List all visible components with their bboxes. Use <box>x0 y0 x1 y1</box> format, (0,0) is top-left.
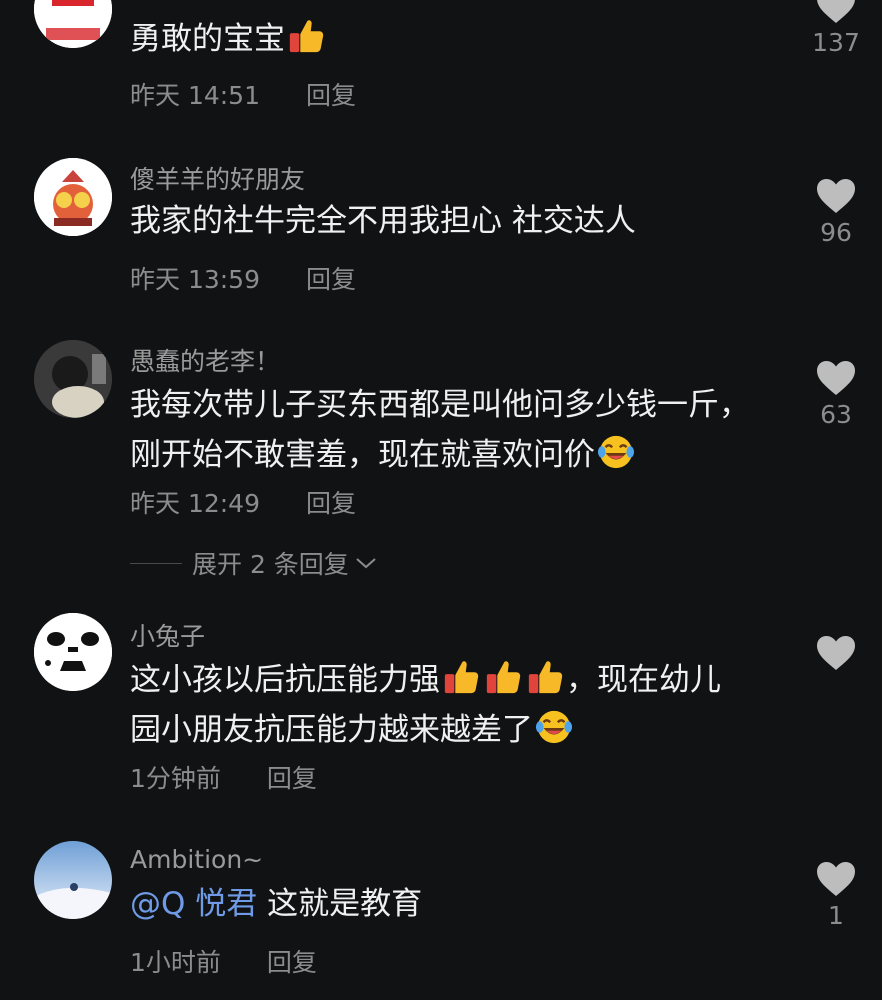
comment-timestamp: 昨天 14:51 <box>130 81 260 110</box>
mention-link[interactable]: @Q 悦君 <box>130 886 257 922</box>
comment-timestamp: 1分钟前 <box>130 764 221 793</box>
comment-item: 傻羊羊的好朋友 我家的社牛完全不用我担心 社交达人 昨天 13:59 回复 96 <box>0 150 882 300</box>
comment-item: 小兔子 这小孩以后抗压能力强 ，现在幼儿 园小朋友抗压能力越来越差了 1分钟前 回… <box>0 605 882 805</box>
comment-text-line: 园小朋友抗压能力越来越差了 <box>130 705 790 755</box>
laughing-crying-emoji <box>597 433 635 471</box>
expand-replies-button[interactable]: 展开 2 条回复 <box>130 545 377 581</box>
comment-item: 愚蠢的老李！ 我每次带儿子买东西都是叫他问多少钱一斤， 刚开始不敢害羞，现在就喜… <box>0 332 882 532</box>
like-button[interactable]: 96 <box>808 178 864 247</box>
reply-button[interactable]: 回复 <box>267 943 317 979</box>
expand-replies-label: 展开 2 条回复 <box>192 550 349 579</box>
comment-text-line: 刚开始不敢害羞，现在就喜欢问价 <box>130 430 790 480</box>
chevron-down-icon <box>356 558 376 569</box>
thumbs-up-emoji <box>442 658 480 696</box>
heart-icon[interactable] <box>816 861 856 897</box>
comment-text: 这小孩以后抗压能力强 ，现在幼儿 园小朋友抗压能力越来越差了 <box>130 655 790 755</box>
comment-username[interactable]: 愚蠢的老李！ <box>130 342 280 378</box>
thumbs-up-emoji <box>484 658 522 696</box>
heart-icon[interactable] <box>816 0 856 24</box>
avatar[interactable] <box>34 0 112 48</box>
comment-text: 我家的社牛完全不用我担心 社交达人 <box>130 203 636 239</box>
heart-icon[interactable] <box>816 635 856 671</box>
comment-text-line: 这小孩以后抗压能力强 ，现在幼儿 <box>130 655 790 705</box>
reply-button[interactable]: 回复 <box>267 759 317 795</box>
reply-button[interactable]: 回复 <box>306 484 356 520</box>
reply-button[interactable]: 回复 <box>306 260 356 296</box>
like-button[interactable]: 63 <box>808 360 864 429</box>
like-count: 96 <box>820 218 852 247</box>
divider-line <box>130 562 182 564</box>
laughing-crying-emoji <box>535 708 573 746</box>
comment-timestamp: 昨天 13:59 <box>130 265 260 294</box>
like-button[interactable]: 137 <box>808 0 864 57</box>
like-button[interactable] <box>808 635 864 675</box>
comment-timestamp: 1小时前 <box>130 948 221 977</box>
like-count: 63 <box>820 400 852 429</box>
like-button[interactable]: 1 <box>808 861 864 930</box>
comment-text-line: 我每次带儿子买东西都是叫他问多少钱一斤， <box>130 387 750 423</box>
heart-icon[interactable] <box>816 360 856 396</box>
comment-username[interactable]: Ambition~ <box>130 845 263 874</box>
thumbs-up-emoji <box>287 17 325 55</box>
heart-icon[interactable] <box>816 178 856 214</box>
comment-username[interactable]: 小兔子 <box>130 617 205 653</box>
comment-text: 勇敢的宝宝 <box>130 14 790 64</box>
avatar[interactable] <box>34 841 112 919</box>
avatar[interactable] <box>34 613 112 691</box>
like-count: 137 <box>812 28 860 57</box>
like-count: 1 <box>828 901 844 930</box>
comment-item: 勇敢的宝宝 昨天 14:51 回复 137 <box>0 0 882 120</box>
thumbs-up-emoji <box>526 658 564 696</box>
avatar[interactable] <box>34 158 112 236</box>
comment-text: @Q 悦君 这就是教育 <box>130 886 423 922</box>
comment-text: 我每次带儿子买东西都是叫他问多少钱一斤， 刚开始不敢害羞，现在就喜欢问价 <box>130 380 790 480</box>
comment-timestamp: 昨天 12:49 <box>130 489 260 518</box>
reply-button[interactable]: 回复 <box>306 76 356 112</box>
avatar[interactable] <box>34 340 112 418</box>
comment-item: Ambition~ @Q 悦君 这就是教育 1小时前 回复 1 <box>0 835 882 1000</box>
comment-username[interactable]: 傻羊羊的好朋友 <box>130 160 305 196</box>
